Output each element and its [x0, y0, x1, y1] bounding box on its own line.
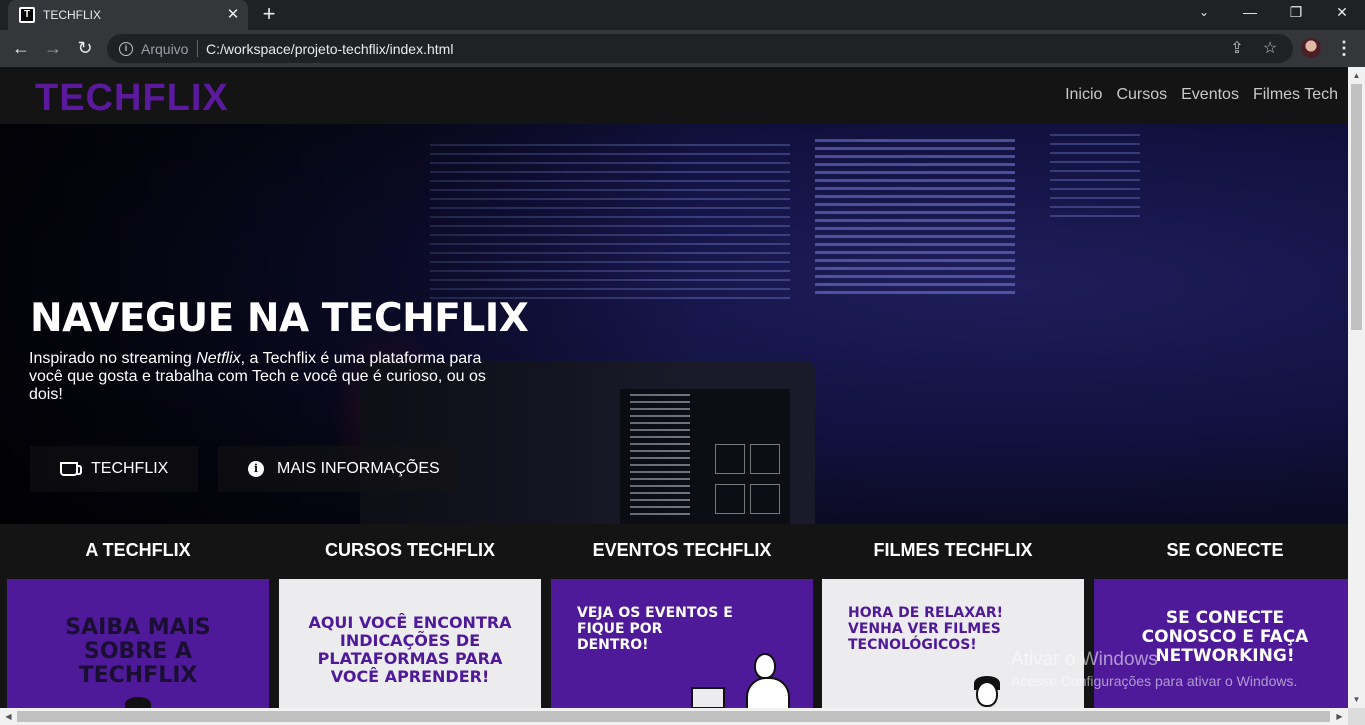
card-column-a-techflix: A TECHFLIX SAIBA MAIS SOBRE A TECHFLIX [7, 524, 269, 708]
background-plot [750, 484, 780, 514]
person-illustration [746, 677, 790, 708]
more-info-button[interactable]: i MAIS INFORMAÇÕES [218, 446, 458, 492]
info-circle-icon: i [248, 461, 264, 477]
card-title: A TECHFLIX [85, 540, 191, 560]
card-eventos[interactable]: VEJA OS EVENTOS E FIQUE POR DENTRO! [551, 579, 813, 708]
vertical-scroll-thumb[interactable] [1351, 84, 1362, 330]
nav-link-cursos[interactable]: Cursos [1116, 86, 1167, 104]
hero-description-emphasis: Netflix [196, 350, 241, 367]
new-tab-button[interactable]: + [258, 3, 280, 25]
url-divider [197, 40, 198, 57]
nav-link-filmes-tech[interactable]: Filmes Tech [1253, 86, 1338, 104]
scroll-left-arrow-icon[interactable]: ◀ [0, 708, 17, 725]
card-text: HORA DE RELAXAR! VENHA VER FILMES TECNOL… [848, 605, 1004, 653]
close-window-button[interactable]: ✕ [1330, 2, 1354, 22]
techflix-button[interactable]: TECHFLIX [30, 446, 198, 492]
laptop-illustration [691, 687, 725, 708]
hero-title: NAVEGUE NA TECHFLIX [30, 296, 529, 341]
scroll-down-arrow-icon[interactable]: ▼ [1348, 691, 1365, 708]
address-bar[interactable]: i Arquivo C:/workspace/projeto-techflix/… [107, 34, 1293, 63]
card-title: SE CONECTE [1166, 540, 1284, 560]
page-viewport: TECHFLIX Inicio Cursos Eventos Filmes Te… [0, 67, 1348, 708]
browser-toolbar: ← → ↻ i Arquivo C:/workspace/projeto-tec… [0, 30, 1365, 67]
card-column-eventos: EVENTOS TECHFLIX VEJA OS EVENTOS E FIQUE… [551, 524, 813, 708]
card-text: VEJA OS EVENTOS E FIQUE POR DENTRO! [577, 605, 733, 653]
minimize-button[interactable]: — [1238, 2, 1262, 22]
tab-title: TECHFLIX [43, 8, 102, 22]
person-illustration [754, 653, 776, 679]
person-illustration [125, 697, 151, 708]
browser-menu-icon[interactable]: ⋮ [1334, 38, 1354, 58]
card-title: CURSOS TECHFLIX [324, 540, 495, 560]
card-text: AQUI VOCÊ ENCONTRA INDICAÇÕES DE PLATAFO… [308, 613, 512, 686]
profile-avatar[interactable] [1301, 38, 1321, 58]
browser-tab[interactable]: TECHFLIX ✕ [8, 0, 248, 30]
horizontal-scroll-thumb[interactable] [17, 711, 1330, 722]
reload-button[interactable]: ↻ [74, 37, 96, 59]
favicon-icon [19, 7, 35, 23]
scroll-up-arrow-icon[interactable]: ▲ [1348, 67, 1365, 84]
hero-description-part: Inspirado no streaming [29, 350, 197, 367]
site-info-icon[interactable]: i [119, 42, 133, 56]
bookmark-star-icon[interactable]: ☆ [1260, 39, 1280, 59]
person-illustration [976, 681, 998, 707]
tab-search-icon[interactable]: ⌄ [1192, 2, 1216, 22]
site-logo[interactable]: TECHFLIX [35, 77, 229, 120]
card-a-techflix[interactable]: SAIBA MAIS SOBRE A TECHFLIX [7, 579, 269, 708]
url-text[interactable]: C:/workspace/projeto-techflix/index.html [206, 41, 453, 57]
windows-activation-text: Acesse Configurações para ativar o Windo… [1011, 673, 1298, 689]
coffee-cup-icon [60, 462, 82, 476]
background-plot [750, 444, 780, 474]
hero-description: Inspirado no streaming Netflix, a Techfl… [29, 350, 499, 404]
share-icon[interactable]: ⇪ [1227, 39, 1247, 59]
restore-button[interactable]: ❐ [1284, 2, 1308, 22]
card-title: EVENTOS TECHFLIX [592, 540, 772, 560]
card-cursos[interactable]: AQUI VOCÊ ENCONTRA INDICAÇÕES DE PLATAFO… [279, 579, 541, 708]
nav-link-inicio[interactable]: Inicio [1065, 86, 1102, 104]
background-code-lines [1050, 134, 1140, 224]
nav-link-eventos[interactable]: Eventos [1181, 86, 1239, 104]
url-scheme-label: Arquivo [141, 41, 189, 57]
back-button[interactable]: ← [10, 37, 32, 59]
scroll-right-arrow-icon[interactable]: ▶ [1331, 708, 1348, 725]
background-plot [715, 444, 745, 474]
site-header: TECHFLIX Inicio Cursos Eventos Filmes Te… [0, 67, 1348, 124]
background-code-lines [815, 139, 1015, 299]
techflix-button-label: TECHFLIX [91, 460, 169, 477]
card-title: FILMES TECHFLIX [873, 540, 1033, 560]
tab-close-icon[interactable]: ✕ [223, 5, 243, 25]
forward-button[interactable]: → [42, 37, 64, 59]
browser-tab-strip: TECHFLIX ✕ + ⌄ — ❐ ✕ [0, 0, 1365, 30]
card-column-cursos: CURSOS TECHFLIX AQUI VOCÊ ENCONTRA INDIC… [279, 524, 541, 708]
background-plot [715, 484, 745, 514]
card-text: SAIBA MAIS SOBRE A TECHFLIX [65, 615, 211, 688]
hero-banner: NAVEGUE NA TECHFLIX Inspirado no streami… [0, 124, 1348, 524]
scrollbar-corner [1348, 708, 1365, 725]
windows-activation-title: Ativar o Windows [1011, 649, 1158, 670]
more-info-button-label: MAIS INFORMAÇÕES [277, 460, 440, 477]
main-nav: Inicio Cursos Eventos Filmes Tech [1065, 86, 1338, 104]
